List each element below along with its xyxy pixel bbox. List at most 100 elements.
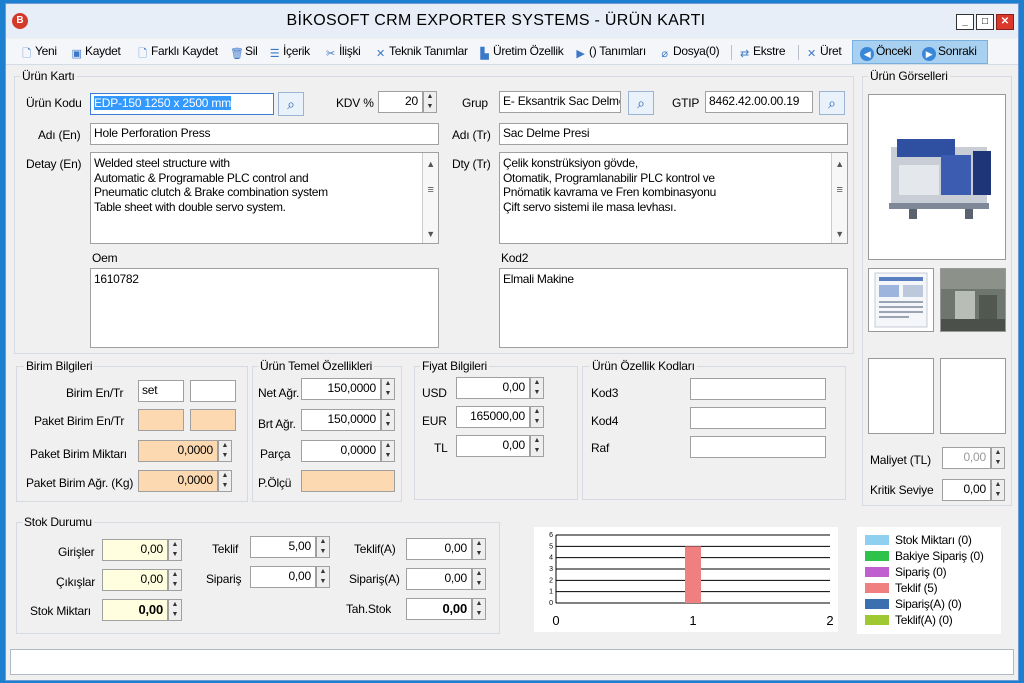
product-thumbnail-1[interactable] bbox=[868, 268, 934, 332]
tl-field[interactable]: 0,00 bbox=[456, 435, 530, 457]
produce-button[interactable]: ✕ Üret bbox=[805, 44, 842, 60]
package-quantity-label: Paket Birim Miktarı bbox=[30, 447, 127, 461]
group-field[interactable]: E- Eksantrik Sac Delme bbox=[499, 91, 621, 113]
stock-in-spinner[interactable]: ▲ ▼ bbox=[168, 539, 182, 561]
name-tr-field[interactable]: Sac Delme Presi bbox=[499, 123, 848, 145]
maximize-button[interactable]: □ bbox=[976, 14, 994, 30]
product-main-image[interactable] bbox=[868, 94, 1006, 260]
machine-detail-thumbnail-icon bbox=[941, 269, 1005, 331]
part-spinner[interactable]: ▲ ▼ bbox=[381, 440, 395, 462]
stock-status-title: Stok Durumu bbox=[22, 515, 94, 529]
kdv-spinner[interactable]: ▲ ▼ bbox=[423, 91, 437, 113]
minimize-button[interactable]: _ bbox=[956, 14, 974, 30]
stock-quantity-field[interactable]: 0,00 bbox=[102, 599, 168, 621]
product-card-title: Ürün Kartı bbox=[20, 69, 77, 83]
usd-field[interactable]: 0,00 bbox=[456, 377, 530, 399]
package-weight-spinner[interactable]: ▲ ▼ bbox=[218, 470, 232, 492]
raf-field[interactable] bbox=[690, 436, 826, 458]
package-unit-en-field[interactable] bbox=[138, 409, 184, 431]
tl-spinner[interactable]: ▲ ▼ bbox=[530, 435, 544, 457]
offer-field[interactable]: 5,00 bbox=[250, 536, 316, 558]
definitions-button[interactable]: ▶() Tanımları bbox=[574, 44, 646, 60]
kdv-field[interactable]: 20 bbox=[378, 91, 423, 113]
next-button[interactable]: ▶ Sonraki bbox=[922, 44, 977, 61]
usd-spinner[interactable]: ▲ ▼ bbox=[530, 377, 544, 399]
new-button[interactable]: 🗋 Yeni bbox=[20, 44, 57, 60]
content-button[interactable]: ☰ İçerik bbox=[268, 44, 310, 60]
save-as-button[interactable]: 🗋 Farklı Kaydet bbox=[136, 44, 218, 60]
stock-in-field[interactable]: 0,00 bbox=[102, 539, 168, 561]
order-a-spinner[interactable]: ▲ ▼ bbox=[472, 568, 486, 590]
eur-field[interactable]: 165000,00 bbox=[456, 406, 530, 428]
product-thumbnail-4[interactable] bbox=[940, 358, 1006, 434]
group-search-button[interactable]: ⌕ bbox=[628, 91, 654, 115]
window-title: BİKOSOFT CRM EXPORTER SYSTEMS - ÜRÜN KAR… bbox=[286, 12, 706, 29]
gtip-field[interactable]: 8462.42.00.00.19 bbox=[705, 91, 813, 113]
oem-textarea[interactable]: 1610782 bbox=[90, 268, 439, 348]
stock-chart: 0 1 2 3 4 5 6 0 1 2 bbox=[534, 527, 838, 632]
net-weight-spinner[interactable]: ▲ ▼ bbox=[381, 378, 395, 400]
delete-button[interactable]: 🗑Sil bbox=[230, 44, 258, 60]
order-a-field[interactable]: 0,00 bbox=[406, 568, 472, 590]
y-tick-label: 4 bbox=[549, 555, 553, 562]
package-unit-tr-field[interactable] bbox=[190, 409, 236, 431]
detail-en-textarea[interactable]: Welded steel structure with Automatic & … bbox=[90, 152, 439, 244]
previous-button[interactable]: ◀ Önceki bbox=[860, 44, 912, 61]
kod4-field[interactable] bbox=[690, 407, 826, 429]
gtip-search-button[interactable]: ⌕ bbox=[819, 91, 845, 115]
eur-spinner[interactable]: ▲ ▼ bbox=[530, 406, 544, 428]
gross-weight-spinner[interactable]: ▲ ▼ bbox=[381, 409, 395, 431]
legend-swatch bbox=[865, 599, 889, 609]
legend-swatch bbox=[865, 551, 889, 561]
offer-a-field[interactable]: 0,00 bbox=[406, 538, 472, 560]
stock-out-field[interactable]: 0,00 bbox=[102, 569, 168, 591]
package-quantity-spinner[interactable]: ▲ ▼ bbox=[218, 440, 232, 462]
order-field[interactable]: 0,00 bbox=[250, 566, 316, 588]
product-code-field[interactable]: EDP-150 1250 x 2500 mm bbox=[90, 93, 274, 115]
save-button[interactable]: ▣ Kaydet bbox=[70, 44, 120, 60]
relation-button[interactable]: ✂ İlişki bbox=[324, 44, 361, 60]
detail-en-scrollbar[interactable]: ▲ ≡ ▼ bbox=[422, 153, 438, 243]
unit-en-field[interactable]: set bbox=[138, 380, 184, 402]
kod3-field[interactable] bbox=[690, 378, 826, 400]
gross-weight-field[interactable]: 150,0000 bbox=[301, 409, 381, 431]
production-features-button[interactable]: ▙ Üretim Özellik bbox=[478, 44, 563, 60]
raf-label: Raf bbox=[591, 441, 610, 455]
package-weight-field[interactable]: 0,0000 bbox=[138, 470, 218, 492]
cost-spinner[interactable]: ▲ ▼ bbox=[991, 447, 1005, 469]
part-field[interactable]: 0,0000 bbox=[301, 440, 381, 462]
stock-quantity-spinner[interactable]: ▲ ▼ bbox=[168, 599, 182, 621]
order-spinner[interactable]: ▲ ▼ bbox=[316, 566, 330, 588]
machine-photo-icon bbox=[889, 139, 991, 219]
critical-level-spinner[interactable]: ▲ ▼ bbox=[991, 479, 1005, 501]
technical-definitions-button[interactable]: ✕ Teknik Tanımlar bbox=[374, 44, 468, 60]
spin-down-icon: ▼ bbox=[384, 421, 392, 428]
kod2-textarea[interactable]: Elmali Makine bbox=[499, 268, 848, 348]
spin-down-icon: ▼ bbox=[426, 103, 434, 110]
offer-a-spinner[interactable]: ▲ ▼ bbox=[472, 538, 486, 560]
name-en-field[interactable]: Hole Perforation Press bbox=[90, 123, 439, 145]
statement-button[interactable]: ⇄ Ekstre bbox=[738, 44, 785, 60]
eur-label: EUR bbox=[422, 414, 447, 428]
product-thumbnail-2[interactable] bbox=[940, 268, 1006, 332]
net-weight-field[interactable]: 150,0000 bbox=[301, 378, 381, 400]
status-bar bbox=[10, 649, 1014, 675]
detail-tr-textarea[interactable]: Çelik konstrüksiyon gövde, Otomatik, Pro… bbox=[499, 152, 848, 244]
tah-stock-field[interactable]: 0,00 bbox=[406, 598, 472, 620]
stock-out-spinner[interactable]: ▲ ▼ bbox=[168, 569, 182, 591]
product-thumbnail-3[interactable] bbox=[868, 358, 934, 434]
package-dimension-field[interactable] bbox=[301, 470, 395, 492]
cost-field[interactable]: 0,00 bbox=[942, 447, 991, 469]
offer-spinner[interactable]: ▲ ▼ bbox=[316, 536, 330, 558]
spin-down-icon: ▼ bbox=[319, 548, 327, 555]
tah-stock-spinner[interactable]: ▲ ▼ bbox=[472, 598, 486, 620]
product-code-search-button[interactable]: ⌕ bbox=[278, 92, 304, 116]
detail-tr-scrollbar[interactable]: ▲ ≡ ▼ bbox=[831, 153, 847, 243]
unit-tr-field[interactable] bbox=[190, 380, 236, 402]
close-button[interactable]: ✕ bbox=[996, 14, 1014, 30]
critical-level-field[interactable]: 0,00 bbox=[942, 479, 991, 501]
package-quantity-field[interactable]: 0,0000 bbox=[138, 440, 218, 462]
file-button[interactable]: ⌀ Dosya(0) bbox=[658, 44, 719, 60]
net-weight-label: Net Ağr. bbox=[258, 386, 300, 400]
scroll-thumb-icon: ≡ bbox=[427, 184, 434, 196]
